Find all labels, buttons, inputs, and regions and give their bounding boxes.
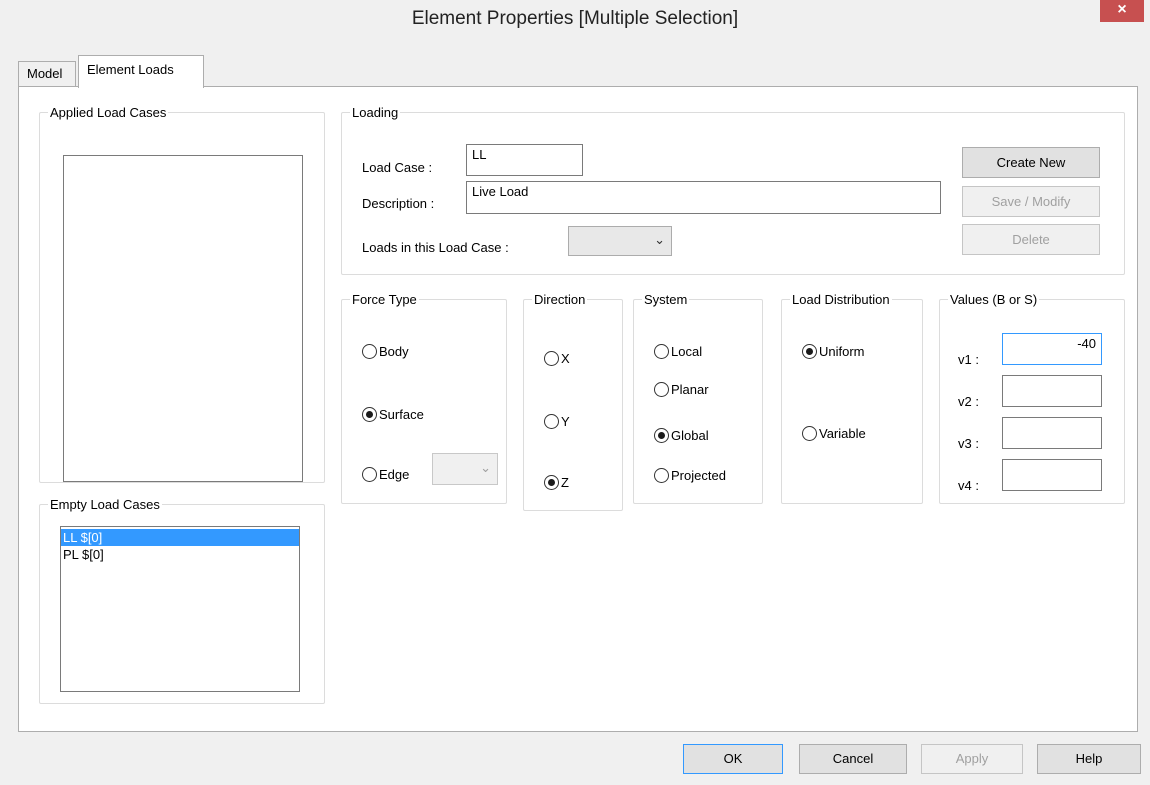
cancel-button[interactable]: Cancel <box>799 744 907 774</box>
radio-uniform-label: Uniform <box>819 344 865 359</box>
delete-button[interactable]: Delete <box>962 224 1100 255</box>
radio-z[interactable]: Z <box>544 475 569 490</box>
radio-indicator <box>544 475 559 490</box>
radio-y[interactable]: Y <box>544 414 570 429</box>
values-legend: Values (B or S) <box>950 292 1038 307</box>
radio-planar-label: Planar <box>671 382 709 397</box>
window-title: Element Properties [Multiple Selection] <box>411 8 739 29</box>
edge-dropdown[interactable]: ⌄ <box>432 453 498 485</box>
element-loads-panel: Applied Load Cases Empty Load Cases LL $… <box>18 86 1138 732</box>
radio-body[interactable]: Body <box>362 344 409 359</box>
description-input[interactable]: Live Load <box>466 181 941 214</box>
radio-edge-label: Edge <box>379 467 410 482</box>
list-item[interactable]: LL $[0] <box>61 529 299 546</box>
help-button[interactable]: Help <box>1037 744 1141 774</box>
radio-surface-label: Surface <box>379 407 424 422</box>
force-type-legend: Force Type <box>352 292 417 307</box>
loads-in-load-case-dropdown[interactable]: ⌄ <box>568 226 672 256</box>
loads-in-load-case-label: Loads in this Load Case : <box>362 240 509 255</box>
load-case-label: Load Case : <box>362 160 433 175</box>
title-bar: Element Properties [Multiple Selection] … <box>0 0 1150 40</box>
v3-input[interactable] <box>1002 417 1102 449</box>
direction-group: Direction X Y Z <box>523 292 623 511</box>
ok-button[interactable]: OK <box>683 744 783 774</box>
v1-label: v1 : <box>958 352 979 367</box>
system-legend: System <box>644 292 688 307</box>
loading-legend: Loading <box>352 105 399 120</box>
system-group: System Local Planar Global Projected <box>633 292 763 504</box>
radio-indicator <box>654 382 669 397</box>
tab-model[interactable]: Model <box>18 61 76 88</box>
radio-projected[interactable]: Projected <box>654 468 726 483</box>
radio-local-label: Local <box>671 344 703 359</box>
radio-local[interactable]: Local <box>654 344 702 359</box>
radio-x[interactable]: X <box>544 351 570 366</box>
load-distribution-legend: Load Distribution <box>792 292 890 307</box>
applied-load-cases-group: Applied Load Cases <box>39 105 325 483</box>
radio-uniform[interactable]: Uniform <box>802 344 865 359</box>
loading-group: Loading Load Case : LL Description : Liv… <box>341 105 1125 275</box>
radio-x-label: X <box>561 351 570 366</box>
radio-variable-label: Variable <box>819 426 866 441</box>
radio-body-label: Body <box>379 344 409 359</box>
save-modify-button[interactable]: Save / Modify <box>962 186 1100 217</box>
radio-edge[interactable]: Edge <box>362 467 409 482</box>
empty-load-cases-group: Empty Load Cases LL $[0] PL $[0] <box>39 497 325 704</box>
v1-input[interactable]: -40 <box>1002 333 1102 365</box>
chevron-down-icon: ⌄ <box>480 460 491 476</box>
close-icon: × <box>1117 1 1127 18</box>
radio-indicator <box>802 426 817 441</box>
load-case-input[interactable]: LL <box>466 144 583 176</box>
radio-variable[interactable]: Variable <box>802 426 866 441</box>
radio-indicator <box>362 344 377 359</box>
radio-planar[interactable]: Planar <box>654 382 709 397</box>
empty-load-cases-legend: Empty Load Cases <box>50 497 160 512</box>
close-button[interactable]: × <box>1100 0 1144 22</box>
force-type-group: Force Type Body Surface Edge ⌄ <box>341 292 507 504</box>
chevron-down-icon: ⌄ <box>654 232 665 248</box>
values-group: Values (B or S) v1 : -40 v2 : v3 : v4 : <box>939 292 1125 504</box>
create-new-button[interactable]: Create New <box>962 147 1100 178</box>
empty-load-cases-list[interactable]: LL $[0] PL $[0] <box>60 526 300 692</box>
radio-global[interactable]: Global <box>654 428 709 443</box>
v3-label: v3 : <box>958 436 979 451</box>
radio-indicator <box>544 351 559 366</box>
description-label: Description : <box>362 196 435 211</box>
radio-indicator <box>362 407 377 422</box>
v2-label: v2 : <box>958 394 979 409</box>
radio-indicator <box>544 414 559 429</box>
apply-button[interactable]: Apply <box>921 744 1023 774</box>
v4-input[interactable] <box>1002 459 1102 491</box>
v2-input[interactable] <box>1002 375 1102 407</box>
list-item[interactable]: PL $[0] <box>61 546 299 563</box>
radio-indicator <box>654 344 669 359</box>
direction-legend: Direction <box>534 292 586 307</box>
radio-indicator <box>654 428 669 443</box>
radio-indicator <box>654 468 669 483</box>
tab-element-loads[interactable]: Element Loads <box>78 55 204 88</box>
v4-label: v4 : <box>958 478 979 493</box>
radio-global-label: Global <box>671 428 709 443</box>
applied-load-cases-legend: Applied Load Cases <box>50 105 167 120</box>
load-distribution-group: Load Distribution Uniform Variable <box>781 292 923 504</box>
applied-load-cases-list[interactable] <box>63 155 303 482</box>
radio-surface[interactable]: Surface <box>362 407 424 422</box>
radio-z-label: Z <box>561 475 569 490</box>
radio-y-label: Y <box>561 414 570 429</box>
radio-indicator <box>362 467 377 482</box>
radio-projected-label: Projected <box>671 468 726 483</box>
radio-indicator <box>802 344 817 359</box>
